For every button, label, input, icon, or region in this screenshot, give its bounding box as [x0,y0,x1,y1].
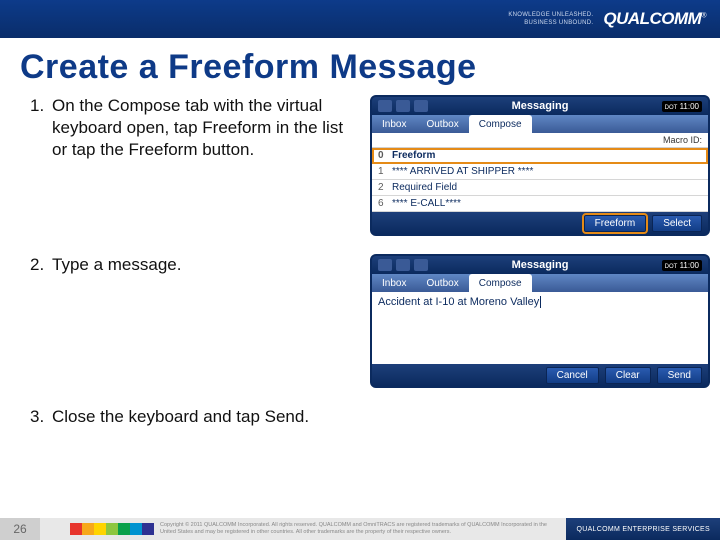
tab-outbox[interactable]: Outbox [416,274,468,292]
color-chip [118,523,130,535]
clock: DOT 11:00 [662,260,702,271]
send-button[interactable]: Send [657,367,702,384]
back-icon[interactable] [396,100,410,112]
back-icon[interactable] [396,259,410,271]
message-input[interactable]: Accident at I-10 at Moreno Valley [372,292,708,364]
mail-icon[interactable] [414,259,428,271]
device-nav-icons [378,100,428,112]
tab-outbox[interactable]: Outbox [416,115,468,133]
clock: DOT 11:00 [662,101,702,112]
step-1-text: 1. On the Compose tab with the virtual k… [30,95,370,161]
tab-inbox[interactable]: Inbox [372,115,416,133]
tab-compose[interactable]: Compose [469,274,532,292]
screenshot-1: Messaging DOT 11:00 Inbox Outbox Compose… [370,95,710,236]
tab-bar: Inbox Outbox Compose [372,274,708,292]
tab-inbox[interactable]: Inbox [372,274,416,292]
message-type-list: 0Freeform 1**** ARRIVED AT SHIPPER **** … [372,148,708,212]
step-2-text: 2. Type a message. [30,254,370,276]
color-chip [70,523,82,535]
step-3-text: 3. Close the keyboard and tap Send. [30,406,370,428]
home-icon[interactable] [378,100,392,112]
screenshot-2: Messaging DOT 11:00 Inbox Outbox Compose… [370,254,710,388]
macro-id-label: Macro ID: [372,133,708,148]
list-item[interactable]: 1**** ARRIVED AT SHIPPER **** [372,164,708,180]
select-button[interactable]: Select [652,215,702,232]
device-title: Messaging [512,259,569,271]
tab-compose[interactable]: Compose [469,115,532,133]
slide-footer: 26 Copyright © 2011 QUALCOMM Incorporate… [0,518,720,540]
list-item-freeform[interactable]: 0Freeform [372,148,708,164]
page-number: 26 [0,518,40,540]
home-icon[interactable] [378,259,392,271]
list-item[interactable]: 2Required Field [372,180,708,196]
mail-icon[interactable] [414,100,428,112]
brand-tagline: KNOWLEDGE UNLEASHED. BUSINESS UNBOUND. [508,11,593,27]
tab-bar: Inbox Outbox Compose [372,115,708,133]
legal-text: Copyright © 2011 QUALCOMM Incorporated. … [154,518,566,540]
qes-badge: QUALCOMM ENTERPRISE SERVICES [566,518,720,540]
color-chip [106,523,118,535]
color-chip [130,523,142,535]
device-nav-icons [378,259,428,271]
color-chips [70,518,154,540]
page-title: Create a Freeform Message [0,38,720,91]
brand-bar: KNOWLEDGE UNLEASHED. BUSINESS UNBOUND. Q… [0,0,720,38]
color-chip [94,523,106,535]
color-chip [142,523,154,535]
clear-button[interactable]: Clear [605,367,651,384]
step-1-row: 1. On the Compose tab with the virtual k… [30,95,710,236]
list-item[interactable]: 6**** E-CALL**** [372,196,708,212]
freeform-button[interactable]: Freeform [584,215,647,232]
step-2-row: 2. Type a message. Messaging DOT 11:00 I… [30,254,710,388]
color-chip [82,523,94,535]
step-3-row: 3. Close the keyboard and tap Send. [30,406,710,428]
qualcomm-logo: QUALCOMM® [603,9,706,29]
device-title: Messaging [512,100,569,112]
cancel-button[interactable]: Cancel [546,367,599,384]
